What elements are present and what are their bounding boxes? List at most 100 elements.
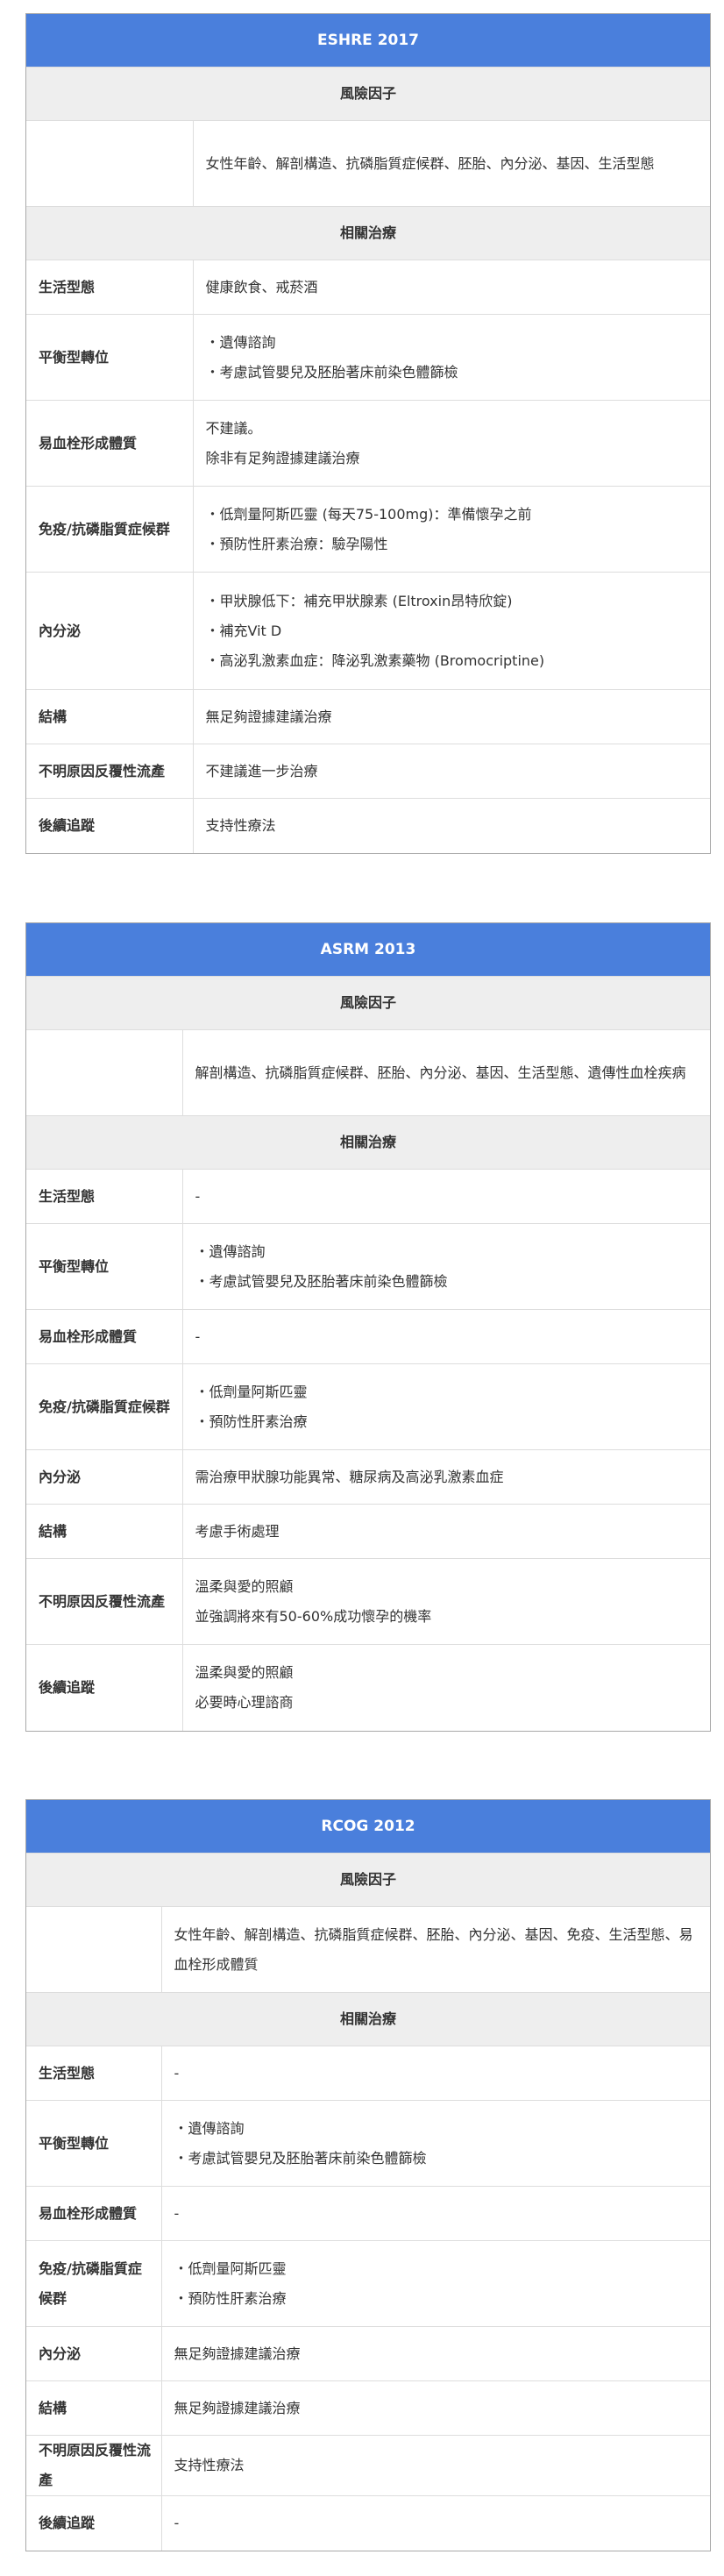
row-label: 免疫/抗磷脂質症候群 — [26, 2240, 162, 2327]
row-label: 結構 — [26, 689, 194, 744]
rcog-2012-table: RCOG 2012 風險因子 女性年齡、解剖構造、抗磷脂質症候群、胚胎、內分泌、… — [25, 1799, 711, 2551]
row-label: 後續追蹤 — [26, 798, 194, 853]
row-label: 生活型態 — [26, 1169, 183, 1224]
value-line: - — [174, 2064, 180, 2081]
risk-factors-text: 女性年齡、解剖構造、抗磷脂質症候群、胚胎、內分泌、基因、生活型態 — [193, 120, 710, 207]
row-value: ・甲狀腺低下：補充甲狀腺素 (Eltroxin昂特欣錠) ・補充Vit D ・高泌乳… — [193, 572, 710, 690]
risk-factors-row: 女性年齡、解剖構造、抗磷脂質症候群、胚胎、內分泌、基因、生活型態 — [26, 120, 710, 207]
row-label: 不明原因反覆性流產 — [26, 744, 194, 799]
risk-factors-row: 女性年齡、解剖構造、抗磷脂質症候群、胚胎、內分泌、基因、免疫、生活型態、易血栓形… — [26, 1906, 710, 1993]
risk-factors-header: 風險因子 — [26, 67, 710, 121]
row-value: 無足夠證據建議治療 — [161, 2326, 710, 2381]
eshre-2017-table: ESHRE 2017 風險因子 女性年齡、解剖構造、抗磷脂質症候群、胚胎、內分泌… — [25, 13, 711, 854]
value-line: 不建議進一步治療 — [205, 762, 318, 779]
value-line: 無足夠證據建議治療 — [174, 2399, 301, 2416]
row-value: - — [182, 1169, 710, 1224]
row-value: ・遺傳諮詢 ・考慮試管嬰兒及胚胎著床前染色體篩檢 — [182, 1223, 710, 1310]
value-line: 溫柔與愛的照顧 — [195, 1663, 294, 1681]
row-label: 易血栓形成體質 — [26, 400, 194, 487]
value-line: - — [195, 1187, 201, 1205]
row-value: 溫柔與愛的照顧 並強調將來有50-60%成功懷孕的機率 — [182, 1558, 710, 1645]
table-title: ESHRE 2017 — [26, 14, 710, 68]
value-line: 支持性療法 — [205, 816, 276, 834]
row-value: 考慮手術處理 — [182, 1504, 710, 1559]
table-row: 內分泌 需治療甲狀腺功能異常、糖尿病及高泌乳激素血症 — [26, 1449, 710, 1505]
table-row: 生活型態 - — [26, 2046, 710, 2101]
table-row: 內分泌 無足夠證據建議治療 — [26, 2326, 710, 2381]
row-label: 後續追蹤 — [26, 2495, 162, 2551]
row-label: 免疫/抗磷脂質症候群 — [26, 486, 194, 573]
table-row: 易血栓形成體質 不建議。 除非有足夠證據建議治療 — [26, 400, 710, 487]
risk-factors-header: 風險因子 — [26, 1853, 710, 1907]
value-line: ・低劑量阿斯匹靈 (每天75-100mg)：準備懷孕之前 — [205, 505, 532, 523]
table-row: 平衡型轉位 ・遺傳諮詢 ・考慮試管嬰兒及胚胎著床前染色體篩檢 — [26, 1223, 710, 1310]
value-line: - — [174, 2204, 180, 2222]
treatment-rows: 生活型態 - 平衡型轉位 ・遺傳諮詢 ・考慮試管嬰兒及胚胎著床前染色體篩檢 易血栓形成體質… — [26, 1169, 710, 1731]
table-row: 結構 無足夠證據建議治療 — [26, 2380, 710, 2436]
row-value: 無足夠證據建議治療 — [193, 689, 710, 744]
row-label: 內分泌 — [26, 1449, 183, 1505]
table-row: 平衡型轉位 ・遺傳諮詢 ・考慮試管嬰兒及胚胎著床前染色體篩檢 — [26, 314, 710, 401]
row-label: 不明原因反覆性流產 — [26, 2435, 162, 2496]
value-line: 溫柔與愛的照顧 — [195, 1577, 294, 1595]
table-row: 後續追蹤 溫柔與愛的照顧 必要時心理諮商 — [26, 1644, 710, 1731]
value-line: ・預防性肝素治療 — [174, 2289, 287, 2307]
table-row: 不明原因反覆性流產 不建議進一步治療 — [26, 744, 710, 799]
asrm-2013-table: ASRM 2013 風險因子 解剖構造、抗磷脂質症候群、胚胎、內分泌、基因、生活… — [25, 922, 711, 1732]
table-title-row: ESHRE 2017 — [26, 14, 710, 68]
value-line: 不建議。 — [205, 419, 262, 437]
table-row: 後續追蹤 - — [26, 2495, 710, 2551]
row-value: - — [182, 1309, 710, 1364]
guideline-table: ASRM 2013 風險因子 解剖構造、抗磷脂質症候群、胚胎、內分泌、基因、生活… — [26, 923, 710, 1731]
row-value: ・低劑量阿斯匹靈 (每天75-100mg)：準備懷孕之前 ・預防性肝素治療：驗孕陽… — [193, 486, 710, 573]
treatment-header-row: 相關治療 — [26, 206, 710, 260]
table-row: 平衡型轉位 ・遺傳諮詢 ・考慮試管嬰兒及胚胎著床前染色體篩檢 — [26, 2100, 710, 2187]
row-label: 不明原因反覆性流產 — [26, 1558, 183, 1645]
value-line: 需治療甲狀腺功能異常、糖尿病及高泌乳激素血症 — [195, 1468, 504, 1485]
value-line: ・補充Vit D — [205, 622, 282, 639]
row-label: 易血栓形成體質 — [26, 2186, 162, 2241]
value-line: ・考慮試管嬰兒及胚胎著床前染色體篩檢 — [174, 2149, 427, 2167]
table-row: 結構 考慮手術處理 — [26, 1504, 710, 1559]
value-line: ・遺傳諮詢 — [205, 333, 276, 351]
risk-factors-label-cell — [26, 1029, 183, 1116]
row-value: ・遺傳諮詢 ・考慮試管嬰兒及胚胎著床前染色體篩檢 — [161, 2100, 710, 2187]
row-value: 無足夠證據建議治療 — [161, 2380, 710, 2436]
value-line: ・高泌乳激素血症：降泌乳激素藥物 (Bromocriptine) — [205, 651, 545, 669]
table-row: 生活型態 - — [26, 1169, 710, 1224]
value-line: ・低劑量阿斯匹靈 — [174, 2259, 287, 2277]
value-line: 支持性療法 — [174, 2457, 245, 2473]
risk-factors-row: 解剖構造、抗磷脂質症候群、胚胎、內分泌、基因、生活型態、遺傳性血栓疾病 — [26, 1029, 710, 1116]
row-value: 健康飲食、戒菸酒 — [193, 260, 710, 315]
row-label: 內分泌 — [26, 2326, 162, 2381]
row-value: 支持性療法 — [161, 2435, 710, 2496]
table-row: 易血栓形成體質 - — [26, 2186, 710, 2241]
table-row: 易血栓形成體質 - — [26, 1309, 710, 1364]
row-value: 支持性療法 — [193, 798, 710, 853]
table-title: ASRM 2013 — [26, 923, 710, 977]
value-line: 健康飲食、戒菸酒 — [205, 278, 318, 295]
value-line: - — [174, 2514, 180, 2531]
treatment-header: 相關治療 — [26, 206, 710, 260]
row-label: 易血栓形成體質 — [26, 1309, 183, 1364]
value-line: 必要時心理諮商 — [195, 1693, 294, 1711]
risk-factors-label-cell — [26, 1906, 162, 1993]
table-row: 生活型態 健康飲食、戒菸酒 — [26, 260, 710, 315]
table-title-row: ASRM 2013 — [26, 923, 710, 977]
table-row: 免疫/抗磷脂質症候群 ・低劑量阿斯匹靈 ・預防性肝素治療 — [26, 1363, 710, 1450]
row-label: 結構 — [26, 1504, 183, 1559]
row-label: 後續追蹤 — [26, 1644, 183, 1731]
row-label: 生活型態 — [26, 2046, 162, 2101]
risk-factors-header: 風險因子 — [26, 976, 710, 1030]
row-label: 平衡型轉位 — [26, 314, 194, 401]
table-title-row: RCOG 2012 — [26, 1800, 710, 1854]
value-line: 無足夠證據建議治療 — [205, 708, 332, 725]
row-label: 免疫/抗磷脂質症候群 — [26, 1363, 183, 1450]
treatment-rows: 生活型態 健康飲食、戒菸酒 平衡型轉位 ・遺傳諮詢 ・考慮試管嬰兒及胚胎著床前染色體篩檢… — [26, 260, 710, 853]
value-line: - — [195, 1327, 201, 1345]
guideline-table: RCOG 2012 風險因子 女性年齡、解剖構造、抗磷脂質症候群、胚胎、內分泌、… — [26, 1800, 710, 2551]
treatment-header: 相關治療 — [26, 1115, 710, 1170]
guideline-table: ESHRE 2017 風險因子 女性年齡、解剖構造、抗磷脂質症候群、胚胎、內分泌… — [26, 14, 710, 853]
table-row: 後續追蹤 支持性療法 — [26, 798, 710, 853]
row-value: 溫柔與愛的照顧 必要時心理諮商 — [182, 1644, 710, 1731]
